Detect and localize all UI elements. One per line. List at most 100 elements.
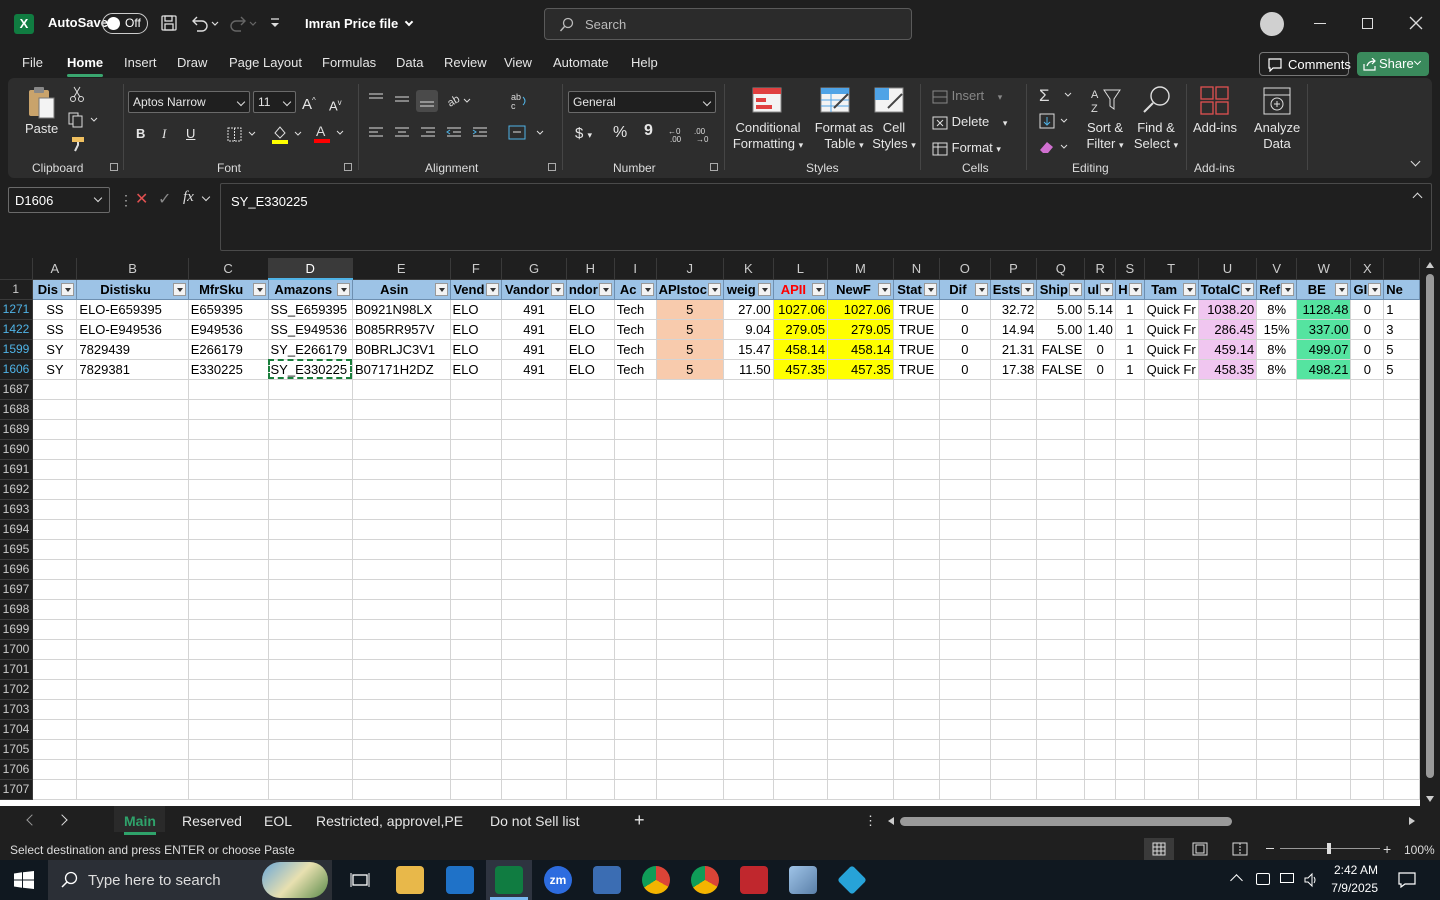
- cell[interactable]: [1036, 779, 1086, 800]
- cell[interactable]: [450, 379, 503, 400]
- cell[interactable]: 1027.06: [827, 299, 894, 320]
- cell[interactable]: [501, 759, 567, 780]
- cell[interactable]: [1350, 619, 1385, 640]
- cell[interactable]: [939, 599, 991, 620]
- cell[interactable]: [352, 739, 451, 760]
- clipboard-launcher-icon[interactable]: [110, 163, 118, 171]
- cell[interactable]: 1027.06: [773, 299, 829, 320]
- column-header-p[interactable]: P: [990, 258, 1038, 280]
- cell[interactable]: 17.38: [990, 359, 1038, 380]
- cell[interactable]: [614, 559, 657, 580]
- cell[interactable]: ELO: [566, 299, 615, 320]
- cell[interactable]: [188, 719, 269, 740]
- alignment-launcher-icon[interactable]: [548, 163, 556, 171]
- cell[interactable]: [1350, 379, 1385, 400]
- cell[interactable]: [566, 419, 615, 440]
- column-header-n[interactable]: N: [893, 258, 941, 280]
- copy-icon[interactable]: [68, 112, 100, 128]
- increase-font-icon[interactable]: A^: [302, 93, 316, 113]
- tab-home[interactable]: Home: [67, 55, 104, 77]
- cell[interactable]: [1084, 419, 1117, 440]
- row-header[interactable]: 1694: [0, 519, 34, 540]
- cell[interactable]: [656, 519, 724, 540]
- cell[interactable]: B085RR957V: [352, 319, 451, 340]
- row-header[interactable]: 1687: [0, 379, 34, 400]
- cell[interactable]: [1256, 379, 1298, 400]
- cell[interactable]: [188, 639, 269, 660]
- cell[interactable]: [1350, 539, 1385, 560]
- cell[interactable]: [827, 699, 894, 720]
- cell[interactable]: B0921N98LX: [352, 299, 451, 320]
- cell[interactable]: 3: [1383, 319, 1420, 340]
- tab-insert[interactable]: Insert: [124, 55, 157, 70]
- cell[interactable]: [1036, 539, 1086, 560]
- cell[interactable]: [1296, 759, 1352, 780]
- cell[interactable]: [990, 659, 1038, 680]
- cell[interactable]: 0: [1084, 339, 1117, 360]
- cell[interactable]: [450, 599, 503, 620]
- cell[interactable]: [990, 719, 1038, 740]
- cell[interactable]: [450, 539, 503, 560]
- font-name-select[interactable]: Aptos Narrow: [128, 91, 250, 113]
- cell[interactable]: 7829381: [76, 359, 189, 380]
- cell[interactable]: 5: [1383, 359, 1420, 380]
- row-header[interactable]: 1696: [0, 559, 34, 580]
- cell[interactable]: [1383, 379, 1420, 400]
- cell[interactable]: [450, 579, 503, 600]
- cell[interactable]: [501, 639, 567, 660]
- cell[interactable]: [614, 499, 657, 520]
- cell[interactable]: [723, 419, 774, 440]
- cell[interactable]: SY: [32, 359, 78, 380]
- cell[interactable]: [1383, 439, 1420, 460]
- cell[interactable]: [893, 619, 941, 640]
- search-box[interactable]: Search: [544, 8, 912, 40]
- conditional-formatting-button[interactable]: Conditional Formatting ▾: [732, 120, 804, 153]
- fill-icon[interactable]: [1038, 112, 1074, 130]
- underline-button[interactable]: U: [186, 126, 195, 142]
- row-header[interactable]: 1692: [0, 479, 34, 500]
- scroll-down-icon[interactable]: [1426, 796, 1434, 802]
- cell[interactable]: [1198, 459, 1258, 480]
- cell[interactable]: [773, 679, 829, 700]
- filter-header-cell[interactable]: BE: [1296, 279, 1352, 300]
- decrease-indent-icon[interactable]: [446, 126, 462, 140]
- cell[interactable]: 499.07: [1296, 339, 1352, 360]
- cell[interactable]: [939, 419, 991, 440]
- add-sheet-button[interactable]: +: [634, 810, 645, 831]
- decrease-decimal-icon[interactable]: .00 →0: [694, 126, 712, 142]
- cell[interactable]: [614, 519, 657, 540]
- cell[interactable]: [352, 719, 451, 740]
- cell[interactable]: [1296, 679, 1352, 700]
- cell[interactable]: [566, 719, 615, 740]
- cell[interactable]: [939, 699, 991, 720]
- cell[interactable]: [1296, 519, 1352, 540]
- decrease-font-icon[interactable]: Av: [329, 95, 342, 114]
- cell[interactable]: [1383, 699, 1420, 720]
- cell[interactable]: [32, 499, 78, 520]
- tab-formulas[interactable]: Formulas: [322, 55, 376, 70]
- cell[interactable]: [723, 699, 774, 720]
- cell[interactable]: [893, 499, 941, 520]
- cell[interactable]: 1: [1115, 319, 1145, 340]
- cell[interactable]: [939, 639, 991, 660]
- align-left-icon[interactable]: [368, 126, 384, 140]
- cell[interactable]: 491: [501, 339, 567, 360]
- cell[interactable]: [1144, 679, 1199, 700]
- cell[interactable]: [773, 459, 829, 480]
- cell[interactable]: [893, 419, 941, 440]
- cell[interactable]: [614, 659, 657, 680]
- cell[interactable]: [501, 679, 567, 700]
- filter-header-cell[interactable]: Amazons: [268, 279, 353, 300]
- cell[interactable]: [827, 399, 894, 420]
- cell[interactable]: [188, 699, 269, 720]
- cell[interactable]: [1296, 659, 1352, 680]
- cell[interactable]: [1296, 539, 1352, 560]
- cell[interactable]: [614, 459, 657, 480]
- cell[interactable]: [1256, 499, 1298, 520]
- cell[interactable]: [614, 479, 657, 500]
- cell[interactable]: [656, 699, 724, 720]
- cell[interactable]: [76, 719, 189, 740]
- cell[interactable]: [939, 459, 991, 480]
- cell[interactable]: [268, 459, 353, 480]
- cell[interactable]: [773, 499, 829, 520]
